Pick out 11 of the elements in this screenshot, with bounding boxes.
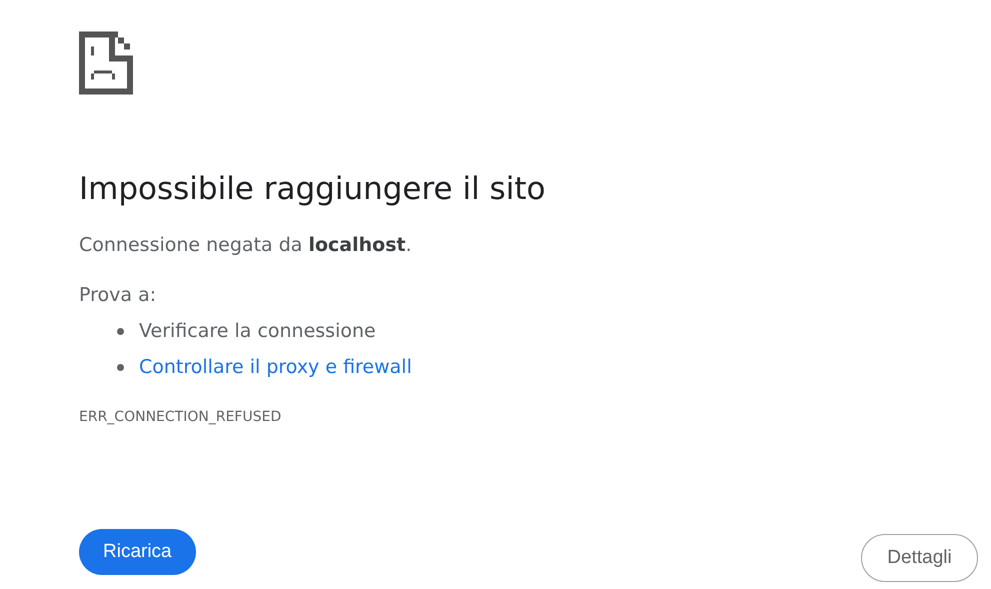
- error-code: ERR_CONNECTION_REFUSED: [79, 409, 282, 425]
- suggestions-heading: Prova a:: [79, 283, 158, 308]
- reload-button[interactable]: Ricarica: [79, 529, 196, 575]
- suggestion-link[interactable]: Controllare il proxy e firewall: [139, 356, 412, 378]
- error-title: Impossibile raggiungere il sito: [79, 170, 546, 209]
- error-message: Connessione negata da localhost.: [79, 233, 413, 258]
- suggestion-text: Verificare la connessione: [139, 320, 376, 342]
- bullet-icon: [117, 364, 124, 370]
- bullet-icon: [117, 328, 124, 334]
- details-button[interactable]: Dettagli: [861, 534, 978, 582]
- broken-page-icon: [79, 31, 133, 95]
